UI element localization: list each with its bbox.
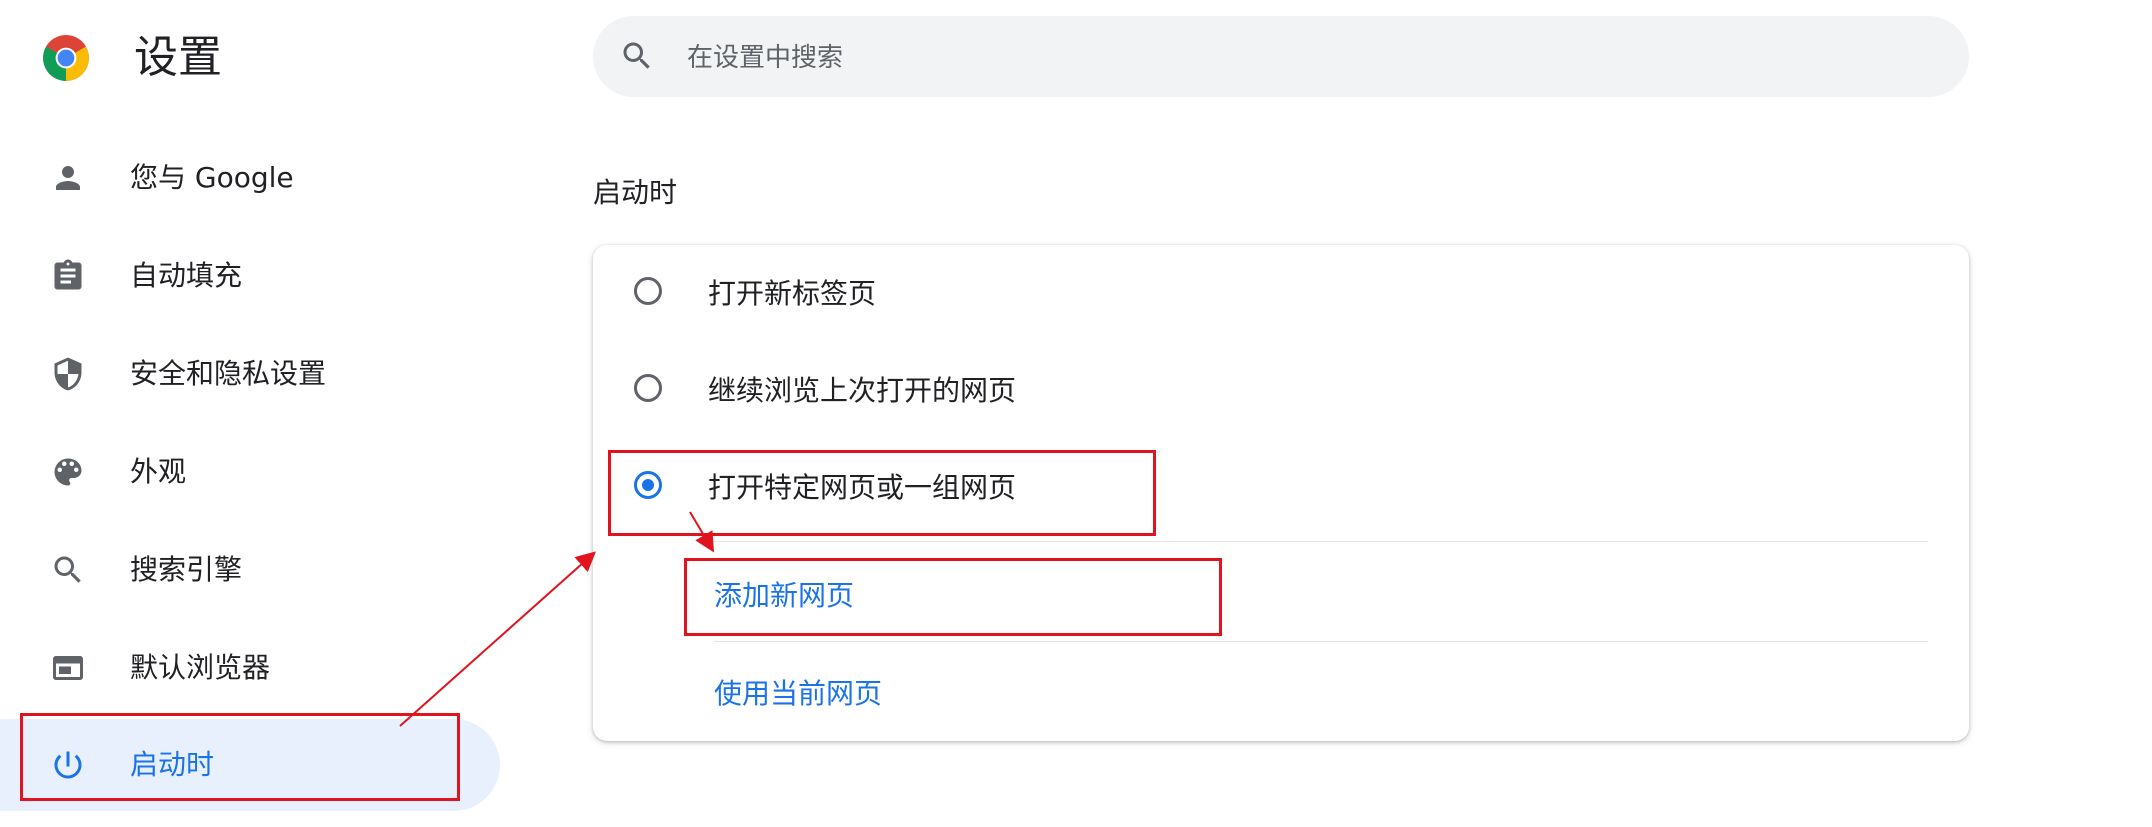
sidebar-item-label: 您与 Google <box>130 161 294 194</box>
page-title: 设置 <box>134 32 222 83</box>
sidebar-item-default-browser[interactable]: 默认浏览器 <box>0 622 500 714</box>
sidebar-item-label: 启动时 <box>130 748 215 781</box>
option-label: 打开新标签页 <box>708 277 877 310</box>
sidebar-item-privacy-security[interactable]: 安全和隐私设置 <box>0 328 500 420</box>
sidebar-item-autofill[interactable]: 自动填充 <box>0 230 500 322</box>
use-current-pages-link[interactable]: 使用当前网页 <box>714 645 1914 742</box>
shield-icon <box>54 357 82 391</box>
section-title: 启动时 <box>593 176 678 209</box>
radio-button[interactable] <box>634 374 662 402</box>
divider <box>714 541 1928 542</box>
sidebar-item-search-engine[interactable]: 搜索引擎 <box>0 524 500 616</box>
sidebar-item-you-and-google[interactable]: 您与 Google <box>0 132 500 224</box>
search-input[interactable] <box>685 16 1889 99</box>
search-icon <box>623 42 650 69</box>
chrome-logo-icon <box>43 35 89 81</box>
sidebar-item-appearance[interactable]: 外观 <box>0 426 500 518</box>
radio-button[interactable] <box>634 277 662 305</box>
divider <box>714 641 1928 642</box>
clipboard-icon <box>54 259 82 290</box>
person-icon <box>56 166 80 190</box>
option-new-tab[interactable]: 打开新标签页 <box>593 245 1969 342</box>
radio-button-checked[interactable] <box>634 471 662 499</box>
search-icon <box>54 556 81 583</box>
option-continue-where-left-off[interactable]: 继续浏览上次打开的网页 <box>593 342 1969 439</box>
power-icon <box>54 751 82 779</box>
option-open-specific-pages[interactable]: 打开特定网页或一组网页 <box>593 439 1969 536</box>
sidebar-item-label: 自动填充 <box>130 259 243 292</box>
sidebar-item-label: 外观 <box>130 455 187 488</box>
option-label: 继续浏览上次打开的网页 <box>708 374 1017 407</box>
startup-options-card: 打开新标签页 继续浏览上次打开的网页 打开特定网页或一组网页 添加新网页 使用当… <box>593 245 1969 741</box>
sidebar-item-on-startup[interactable]: 启动时 <box>0 719 500 811</box>
use-current-pages-label: 使用当前网页 <box>714 677 883 710</box>
browser-window-icon <box>53 656 83 680</box>
add-new-page-label: 添加新网页 <box>714 579 855 612</box>
search-box[interactable] <box>593 16 1969 99</box>
sidebar-item-label: 安全和隐私设置 <box>130 357 327 390</box>
option-label: 打开特定网页或一组网页 <box>708 471 1017 504</box>
settings-page: 设置 您与 Google 自动填充 安全和隐私设置 <box>0 0 2152 827</box>
add-new-page-link[interactable]: 添加新网页 <box>714 547 1914 644</box>
palette-icon <box>54 458 82 486</box>
sidebar-item-label: 默认浏览器 <box>130 651 271 684</box>
sidebar-item-label: 搜索引擎 <box>130 553 243 586</box>
